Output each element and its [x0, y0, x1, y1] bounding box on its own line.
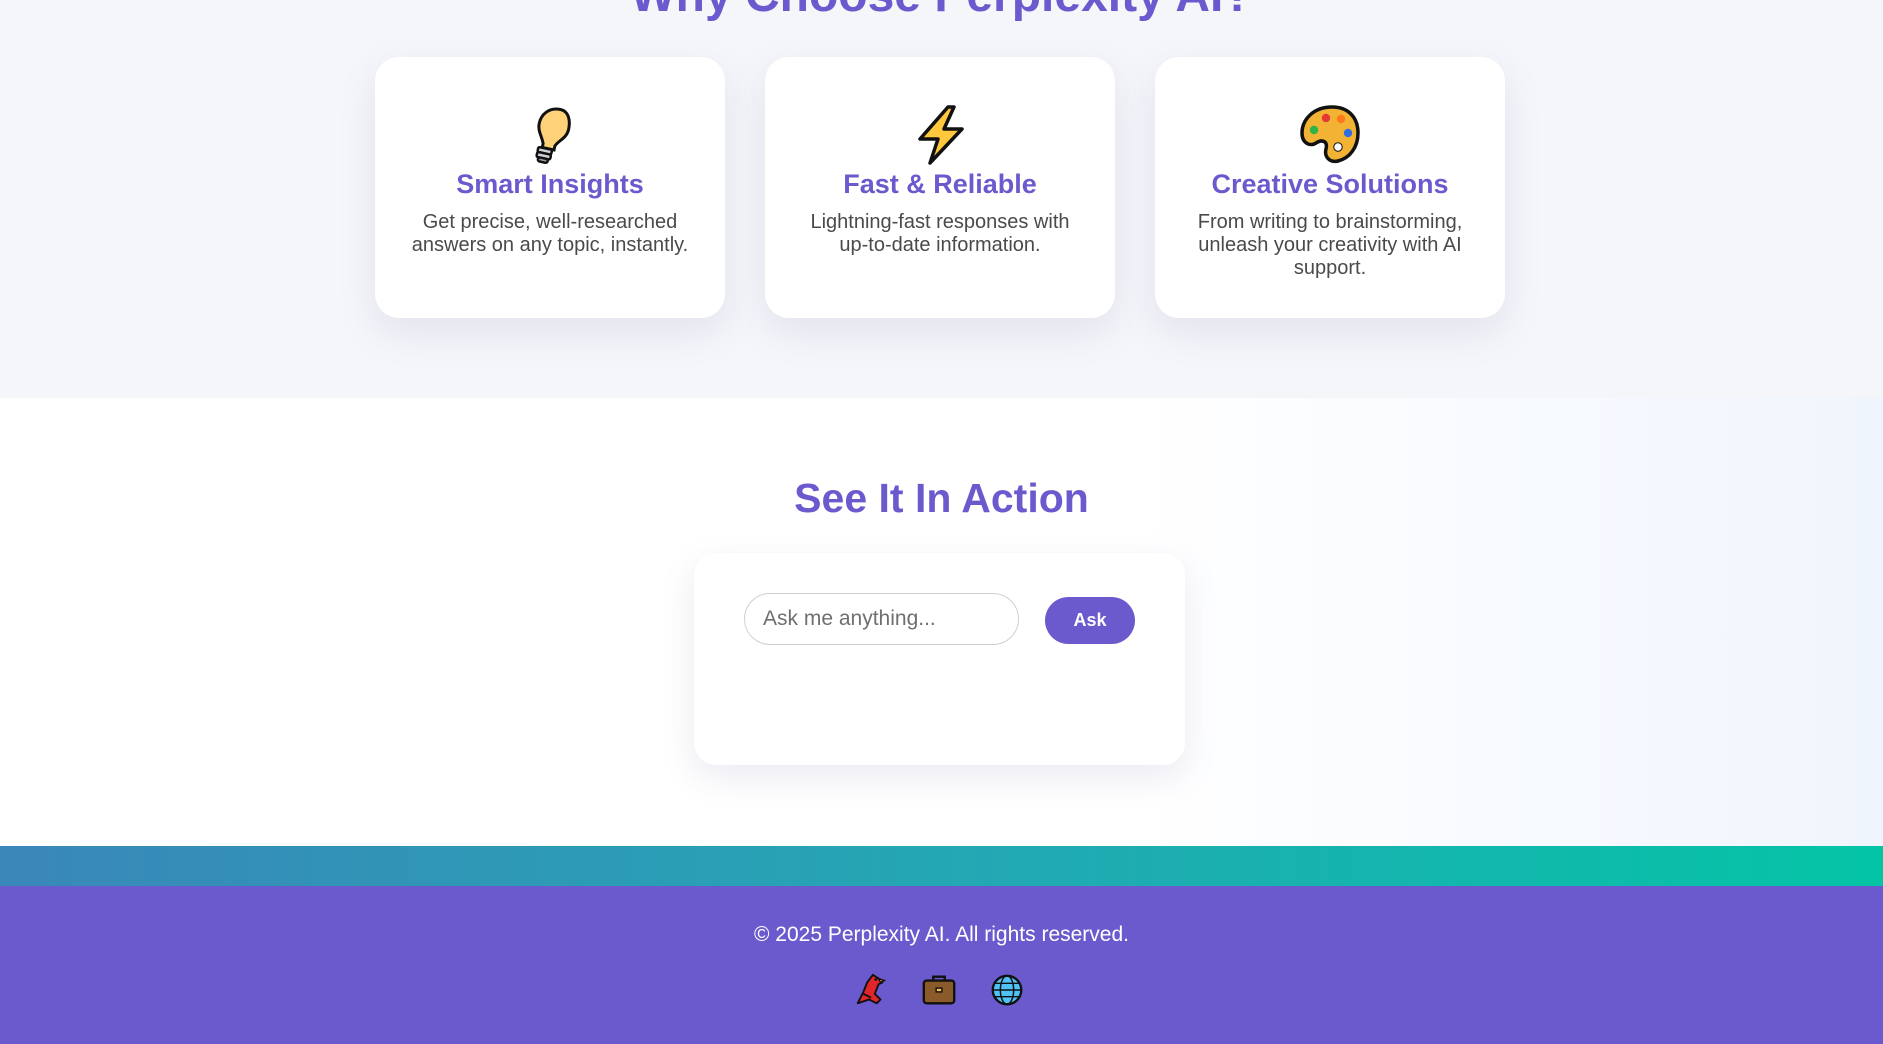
ask-input[interactable] — [744, 593, 1019, 645]
social-link-globe[interactable] — [988, 971, 1026, 1009]
lightbulb-icon — [535, 107, 571, 165]
footer: © 2025 Perplexity AI. All rights reserve… — [0, 886, 1883, 1044]
social-link-briefcase[interactable] — [920, 971, 958, 1009]
demo-title: See It In Action — [794, 475, 1089, 521]
card-title: Fast & Reliable — [843, 169, 1037, 199]
card-description: Lightning-fast responses with up-to-date… — [810, 211, 1070, 256]
briefcase-icon — [922, 975, 956, 1005]
feature-cards: Smart Insights Get precise, well-researc… — [375, 57, 1505, 318]
feature-card-smart-insights: Smart Insights Get precise, well-researc… — [375, 57, 725, 318]
features-section: Why Choose Perplexity AI? Smart Insights… — [0, 0, 1883, 398]
feature-card-fast-reliable: Fast & Reliable Lightning-fast responses… — [765, 57, 1115, 318]
card-description: From writing to brainstorming, unleash y… — [1197, 211, 1463, 279]
bird-icon — [856, 973, 887, 1005]
card-title: Creative Solutions — [1211, 169, 1449, 199]
demo-section: See It In Action Ask — [0, 398, 1883, 846]
copyright-text: © 2025 Perplexity AI. All rights reserve… — [754, 923, 1129, 946]
social-link-bird[interactable] — [852, 971, 890, 1009]
feature-card-creative-solutions: Creative Solutions From writing to brain… — [1155, 57, 1505, 318]
globe-icon — [991, 974, 1023, 1006]
card-description: Get precise, well-researched answers on … — [411, 211, 689, 256]
card-title: Smart Insights — [456, 169, 644, 199]
lightning-icon — [918, 105, 964, 165]
ask-panel: Ask — [694, 553, 1185, 765]
features-title: Why Choose Perplexity AI? — [0, 0, 1883, 20]
ask-button[interactable]: Ask — [1045, 597, 1135, 644]
palette-icon — [1300, 105, 1360, 164]
gradient-divider — [0, 846, 1883, 886]
social-links — [852, 971, 1026, 1009]
